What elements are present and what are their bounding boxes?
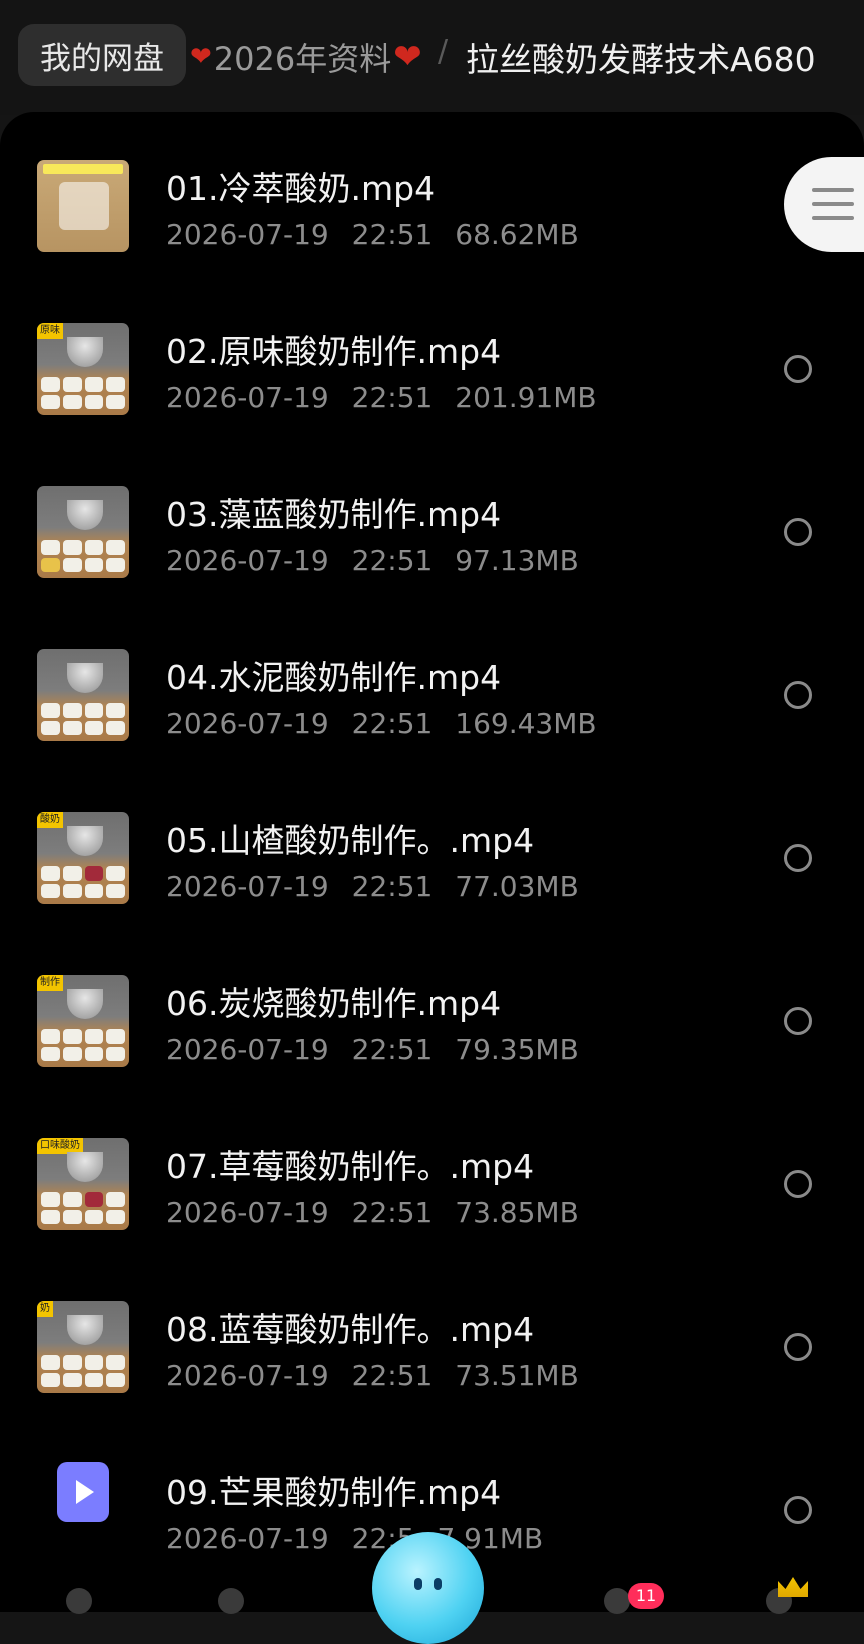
select-radio-icon[interactable] <box>784 844 812 872</box>
file-name: 09.芒果酸奶制作.mp4 <box>166 1473 502 1512</box>
video-thumbnail <box>37 160 129 252</box>
file-list: 01.冷萃酸奶.mp4 2026-07-19 22:51 68.62MB 原味 … <box>0 112 864 1612</box>
select-radio-icon[interactable] <box>784 681 812 709</box>
video-thumbnail: 口味酸奶 <box>37 1138 129 1230</box>
file-meta: 2026-07-19 22:5 7.91MB <box>166 1522 557 1555</box>
file-date: 2026-07-19 <box>166 544 329 577</box>
file-meta: 2026-07-19 22:51 73.85MB <box>166 1196 593 1229</box>
list-item[interactable]: 制作 06.炭烧酸奶制作.mp4 2026-07-19 22:51 79.35M… <box>0 937 864 1100</box>
file-time: 22:51 <box>351 544 433 577</box>
file-date: 2026-07-19 <box>166 707 329 740</box>
breadcrumb-current: 拉丝酸奶发酵技术A680 <box>466 40 816 79</box>
file-name: 01.冷萃酸奶.mp4 <box>166 169 436 208</box>
file-time: 22:51 <box>351 1196 433 1229</box>
file-date: 2026-07-19 <box>166 1359 329 1392</box>
list-item[interactable]: 01.冷萃酸奶.mp4 2026-07-19 22:51 68.62MB <box>0 122 864 285</box>
file-meta: 2026-07-19 22:51 77.03MB <box>166 870 593 903</box>
file-size: 169.43MB <box>455 707 597 740</box>
video-thumbnail <box>37 486 129 578</box>
file-size: 97.13MB <box>455 544 579 577</box>
heart-icon: ❤ <box>190 42 212 72</box>
list-item[interactable]: 酸奶 05.山楂酸奶制作。.mp4 2026-07-19 22:51 77.03… <box>0 774 864 937</box>
nav-files-icon[interactable] <box>218 1588 244 1614</box>
video-thumbnail: 酸奶 <box>37 812 129 904</box>
heart-icon: ❤ <box>393 37 422 77</box>
select-radio-icon[interactable] <box>784 1170 812 1198</box>
select-radio-icon[interactable] <box>784 1007 812 1035</box>
breadcrumb-folder[interactable]: ❤ 2026年资料 ❤ <box>190 34 422 80</box>
file-name: 02.原味酸奶制作.mp4 <box>166 332 502 371</box>
assistant-mascot-icon[interactable] <box>372 1532 484 1644</box>
file-date: 2026-07-19 <box>166 1522 329 1555</box>
file-meta: 2026-07-19 22:51 169.43MB <box>166 707 611 740</box>
list-item[interactable]: 04.水泥酸奶制作.mp4 2026-07-19 22:51 169.43MB <box>0 611 864 774</box>
select-radio-icon[interactable] <box>784 1496 812 1524</box>
file-time: 22:51 <box>351 218 433 251</box>
file-time: 22:51 <box>351 1033 433 1066</box>
file-date: 2026-07-19 <box>166 1196 329 1229</box>
file-time: 22:51 <box>351 1359 433 1392</box>
file-size: 73.51MB <box>455 1359 579 1392</box>
video-thumbnail: 原味 <box>37 323 129 415</box>
list-item[interactable]: 03.藻蓝酸奶制作.mp4 2026-07-19 22:51 97.13MB <box>0 448 864 611</box>
video-file-icon <box>57 1462 109 1522</box>
video-thumbnail: 奶 <box>37 1301 129 1393</box>
file-size: 73.85MB <box>455 1196 579 1229</box>
nav-home-icon[interactable] <box>66 1588 92 1614</box>
file-size: 79.35MB <box>455 1033 579 1066</box>
file-name: 05.山楂酸奶制作。.mp4 <box>166 821 535 860</box>
nav-message-icon[interactable] <box>604 1588 630 1614</box>
file-time: 22:51 <box>351 870 433 903</box>
file-name: 03.藻蓝酸奶制作.mp4 <box>166 495 502 534</box>
file-name: 08.蓝莓酸奶制作。.mp4 <box>166 1310 535 1349</box>
select-radio-icon[interactable] <box>784 518 812 546</box>
list-item[interactable]: 口味酸奶 07.草莓酸奶制作。.mp4 2026-07-19 22:51 73.… <box>0 1100 864 1263</box>
list-item[interactable]: 原味 02.原味酸奶制作.mp4 2026-07-19 22:51 201.91… <box>0 285 864 448</box>
file-meta: 2026-07-19 22:51 201.91MB <box>166 381 611 414</box>
file-meta: 2026-07-19 22:51 73.51MB <box>166 1359 593 1392</box>
file-time: 22:51 <box>351 381 433 414</box>
file-size: 201.91MB <box>455 381 597 414</box>
file-time: 22:51 <box>351 707 433 740</box>
file-meta: 2026-07-19 22:51 79.35MB <box>166 1033 593 1066</box>
select-radio-icon[interactable] <box>784 355 812 383</box>
list-item[interactable]: 奶 08.蓝莓酸奶制作。.mp4 2026-07-19 22:51 73.51M… <box>0 1263 864 1426</box>
file-date: 2026-07-19 <box>166 218 329 251</box>
file-name: 06.炭烧酸奶制作.mp4 <box>166 984 502 1023</box>
file-date: 2026-07-19 <box>166 870 329 903</box>
file-size: 68.62MB <box>455 218 579 251</box>
video-thumbnail: 制作 <box>37 975 129 1067</box>
file-name: 07.草莓酸奶制作。.mp4 <box>166 1147 535 1186</box>
file-date: 2026-07-19 <box>166 1033 329 1066</box>
breadcrumb-folder-label: 2026年资料 <box>213 40 392 78</box>
top-bar: 我的网盘 ❤ 2026年资料 ❤ / 拉丝酸奶发酵技术A680 <box>0 0 864 115</box>
breadcrumb-root[interactable]: 我的网盘 <box>18 24 186 86</box>
select-radio-icon[interactable] <box>784 1333 812 1361</box>
video-thumbnail <box>37 649 129 741</box>
breadcrumb-separator: / <box>438 34 449 69</box>
file-meta: 2026-07-19 22:51 68.62MB <box>166 218 593 251</box>
file-date: 2026-07-19 <box>166 381 329 414</box>
file-size: 77.03MB <box>455 870 579 903</box>
notification-badge: 11 <box>628 1583 664 1609</box>
file-meta: 2026-07-19 22:51 97.13MB <box>166 544 593 577</box>
file-name: 04.水泥酸奶制作.mp4 <box>166 658 502 697</box>
